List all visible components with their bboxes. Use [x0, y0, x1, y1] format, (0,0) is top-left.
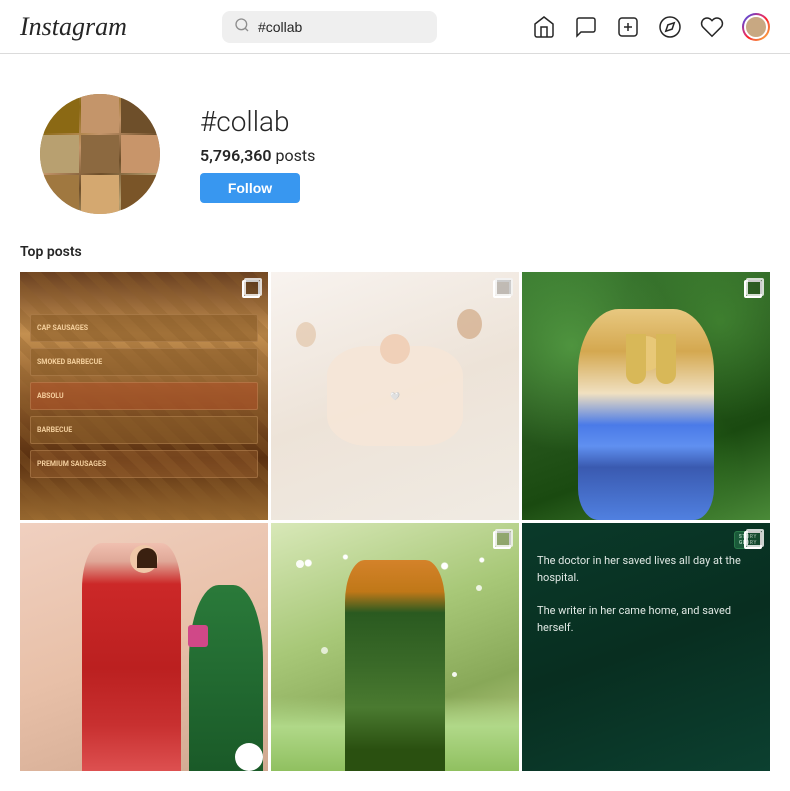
navbar-icons	[532, 13, 770, 41]
hashtag-profile: #collab 5,796,360 posts Follow	[0, 54, 790, 244]
follow-button[interactable]: Follow	[200, 173, 300, 203]
navbar: Instagram	[0, 0, 790, 54]
instagram-logo[interactable]: Instagram	[20, 11, 127, 43]
post-item[interactable]	[20, 523, 268, 771]
posts-count: 5,796,360 posts	[200, 146, 315, 165]
heart-icon[interactable]	[700, 15, 724, 39]
messenger-icon[interactable]	[574, 15, 598, 39]
top-posts-section: Top posts CAP SAUSAGES SMOKED BARBECUE A…	[0, 244, 790, 791]
profile-avatar-nav[interactable]	[742, 13, 770, 41]
multiple-posts-icon	[242, 280, 260, 298]
search-input[interactable]	[258, 19, 425, 35]
multiple-posts-icon	[493, 280, 511, 298]
post-item[interactable]	[271, 523, 519, 771]
multiple-posts-icon	[493, 531, 511, 549]
multiple-posts-icon	[744, 280, 762, 298]
multiple-posts-icon	[744, 531, 762, 549]
hashtag-avatar	[40, 94, 160, 214]
post-item[interactable]: The doctor in her saved lives all day at…	[522, 523, 770, 771]
post-item[interactable]: CAP SAUSAGES SMOKED BARBECUE ABSOLU BARB…	[20, 272, 268, 520]
top-posts-label: Top posts	[20, 244, 770, 260]
post-item[interactable]	[522, 272, 770, 520]
quote-text-2: The writer in her came home, and saved h…	[537, 603, 755, 636]
home-icon[interactable]	[532, 15, 556, 39]
search-icon	[234, 17, 250, 37]
avatar-image	[40, 94, 160, 214]
quote-text-1: The doctor in her saved lives all day at…	[537, 553, 755, 586]
hashtag-info: #collab 5,796,360 posts Follow	[200, 105, 315, 203]
add-post-icon[interactable]	[616, 15, 640, 39]
explore-icon[interactable]	[658, 15, 682, 39]
posts-grid: CAP SAUSAGES SMOKED BARBECUE ABSOLU BARB…	[20, 272, 770, 771]
hashtag-title: #collab	[200, 105, 315, 138]
post-item[interactable]: 🤍	[271, 272, 519, 520]
search-bar[interactable]	[222, 11, 437, 43]
